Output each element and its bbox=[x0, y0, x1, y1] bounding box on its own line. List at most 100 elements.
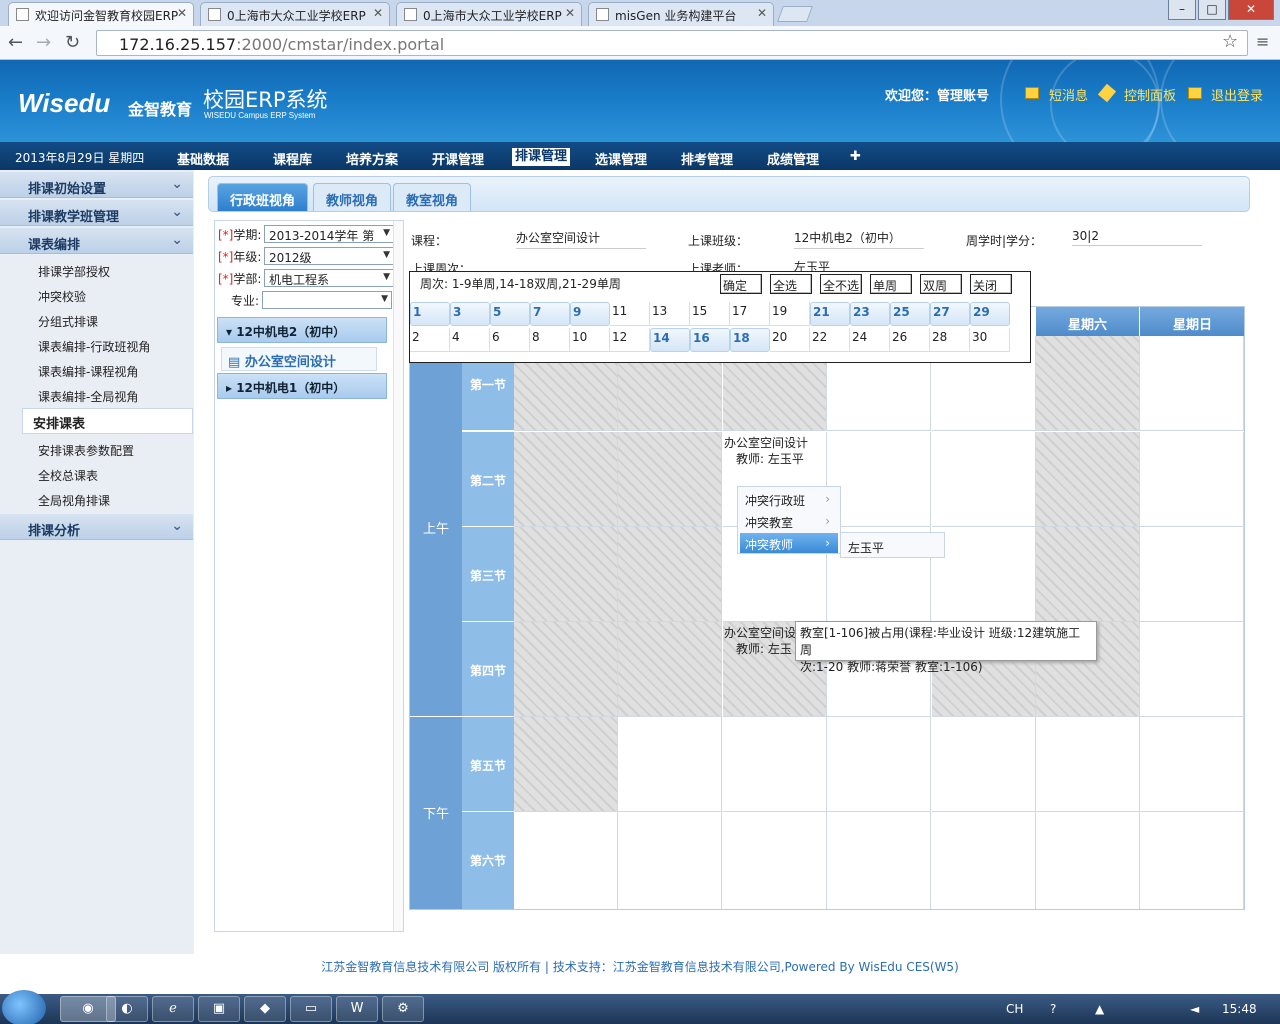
sidebar-item-course-view[interactable]: 课表编排-课程视角 bbox=[38, 363, 138, 380]
confirm-button[interactable]: 确定 bbox=[720, 274, 762, 294]
slot-cell[interactable] bbox=[1140, 717, 1244, 812]
reload-icon[interactable]: ↻ bbox=[65, 32, 80, 53]
taskbar-app-icon[interactable]: W bbox=[336, 996, 378, 1022]
sidebar-item-global-view[interactable]: 课表编排-全局视角 bbox=[38, 388, 138, 405]
menu-item-plan[interactable]: 培养方案 bbox=[346, 149, 398, 168]
lang-indicator[interactable]: CH bbox=[1006, 1002, 1023, 1016]
browser-tab-1[interactable]: 欢迎访问金智教育校园ERP ✕ bbox=[8, 2, 194, 26]
major-select[interactable]: ▼ bbox=[262, 291, 392, 309]
slot-cell[interactable] bbox=[723, 812, 827, 909]
slot-cell[interactable] bbox=[1036, 717, 1140, 812]
week-cell[interactable]: 22 bbox=[810, 328, 850, 352]
slot-cell[interactable] bbox=[618, 812, 722, 909]
week-cell[interactable]: 16 bbox=[690, 328, 730, 352]
select-none-button[interactable]: 全不选 bbox=[820, 274, 862, 294]
tree-node-class1[interactable]: ▸ 12中机电1（初中） bbox=[217, 373, 387, 399]
sidebar-item-arrange[interactable]: 安排课表 bbox=[22, 408, 193, 434]
sidebar-item-school-table[interactable]: 全校总课表 bbox=[38, 467, 98, 484]
close-icon[interactable]: ✕ bbox=[373, 6, 383, 20]
slot-cell[interactable] bbox=[723, 717, 827, 812]
week-cell[interactable]: 23 bbox=[850, 302, 890, 326]
slot-cell[interactable] bbox=[827, 717, 931, 812]
close-popup-button[interactable]: 关闭 bbox=[970, 274, 1012, 294]
week-cell[interactable]: 27 bbox=[930, 302, 970, 326]
menu-item-conflict-class[interactable]: 冲突行政班 › bbox=[740, 489, 838, 509]
slot-cell[interactable] bbox=[514, 527, 618, 622]
menu-item-exam[interactable]: 排考管理 bbox=[681, 149, 733, 168]
scrollbar[interactable] bbox=[393, 221, 403, 931]
week-cell[interactable]: 3 bbox=[450, 302, 490, 326]
slot-cell[interactable] bbox=[1036, 527, 1140, 622]
entry-course[interactable]: 办公室空间设 bbox=[724, 624, 796, 641]
url-input[interactable]: 172.16.25.157:2000/cmstar/index.portal bbox=[96, 30, 1248, 56]
menu-item-course-lib[interactable]: 课程库 bbox=[273, 149, 312, 168]
minimize-button[interactable]: – bbox=[1168, 0, 1196, 20]
week-cell[interactable]: 6 bbox=[490, 328, 530, 352]
week-cell[interactable]: 13 bbox=[650, 302, 690, 326]
start-button[interactable] bbox=[2, 990, 46, 1024]
messages-link[interactable]: 短消息 bbox=[1049, 85, 1088, 104]
slot-cell[interactable] bbox=[618, 717, 722, 812]
menu-item-conflict-teacher[interactable]: 冲突教师 › bbox=[740, 533, 838, 553]
menu-item-selection[interactable]: 选课管理 bbox=[595, 149, 647, 168]
week-cell[interactable]: 2 bbox=[410, 328, 450, 352]
sidebar-item-group[interactable]: 分组式排课 bbox=[38, 313, 98, 330]
menu-item-open-course[interactable]: 开课管理 bbox=[432, 149, 484, 168]
slot-cell[interactable] bbox=[1036, 432, 1140, 527]
menu-item-conflict-room[interactable]: 冲突教室 › bbox=[740, 511, 838, 531]
logout-link[interactable]: 退出登录 bbox=[1211, 85, 1263, 104]
slot-cell[interactable] bbox=[514, 622, 618, 717]
sidebar-item-auth[interactable]: 排课学部授权 bbox=[38, 263, 110, 280]
browser-tab-3[interactable]: 0上海市大众工业学校ERP ✕ bbox=[396, 2, 582, 26]
browser-tab-2[interactable]: 0上海市大众工业学校ERP ✕ bbox=[200, 2, 390, 26]
week-cell[interactable]: 19 bbox=[770, 302, 810, 326]
slot-cell[interactable] bbox=[932, 717, 1036, 812]
slot-cell[interactable] bbox=[1140, 336, 1244, 431]
slot-cell[interactable] bbox=[1140, 527, 1244, 622]
slot-cell[interactable] bbox=[827, 812, 931, 909]
sidebar-section-class-mgmt[interactable]: 排课教学班管理 ⌄ bbox=[0, 200, 193, 226]
submenu-teacher[interactable]: 左玉平 bbox=[840, 532, 945, 558]
slot-cell[interactable] bbox=[618, 432, 722, 527]
week-cell[interactable]: 30 bbox=[970, 328, 1010, 352]
new-tab-button[interactable] bbox=[777, 6, 813, 22]
taskbar-app-icon[interactable]: ◐ bbox=[106, 996, 148, 1022]
week-cell[interactable]: 4 bbox=[450, 328, 490, 352]
week-cell[interactable]: 7 bbox=[530, 302, 570, 326]
week-cell[interactable]: 12 bbox=[610, 328, 650, 352]
week-cell[interactable]: 29 bbox=[970, 302, 1010, 326]
tab-class-view[interactable]: 行政班视角 bbox=[217, 183, 309, 211]
slot-cell[interactable] bbox=[932, 527, 1036, 622]
slot-cell[interactable] bbox=[827, 432, 931, 527]
menu-icon[interactable]: ≡ bbox=[1256, 32, 1269, 51]
week-cell[interactable]: 10 bbox=[570, 328, 610, 352]
slot-cell[interactable] bbox=[1036, 336, 1140, 431]
window-close-button[interactable]: ✕ bbox=[1228, 0, 1274, 20]
sidebar-section-analysis[interactable]: 排课分析 ⌄ bbox=[0, 514, 193, 540]
week-cell[interactable]: 9 bbox=[570, 302, 610, 326]
slot-cell[interactable] bbox=[618, 622, 722, 717]
forward-icon[interactable]: → bbox=[36, 32, 51, 53]
volume-icon[interactable]: ◄ bbox=[1190, 1002, 1199, 1016]
slot-cell[interactable] bbox=[1140, 622, 1244, 717]
dept-select[interactable]: 机电工程系 ▼ bbox=[264, 269, 394, 287]
taskbar-ie-icon[interactable]: ℯ bbox=[152, 996, 194, 1022]
menu-item-grades[interactable]: 成绩管理 bbox=[767, 149, 819, 168]
tray-expand-icon[interactable]: ▲ bbox=[1095, 1002, 1104, 1016]
tab-teacher-view[interactable]: 教师视角 bbox=[313, 183, 392, 211]
sidebar-item-conflict[interactable]: 冲突校验 bbox=[38, 288, 86, 305]
week-cell[interactable]: 17 bbox=[730, 302, 770, 326]
week-cell[interactable]: 25 bbox=[890, 302, 930, 326]
sidebar-item-params[interactable]: 安排课表参数配置 bbox=[38, 442, 134, 459]
slot-cell[interactable] bbox=[514, 432, 618, 527]
even-weeks-button[interactable]: 双周 bbox=[920, 274, 962, 294]
add-menu-icon[interactable]: ✚ bbox=[850, 149, 861, 164]
term-select[interactable]: 2013-2014学年 第 ▼ bbox=[264, 225, 394, 243]
sidebar-section-timetable[interactable]: 课表编排 ⌄ bbox=[0, 228, 193, 254]
tab-room-view[interactable]: 教室视角 bbox=[393, 183, 472, 211]
menu-item-base-data[interactable]: 基础数据 bbox=[177, 149, 229, 168]
entry-course[interactable]: 办公室空间设计 bbox=[724, 434, 808, 451]
tree-course-item[interactable]: ▤ 办公室空间设计 bbox=[221, 347, 377, 371]
slot-cell[interactable] bbox=[1140, 812, 1244, 909]
taskbar-settings-icon[interactable]: ⚙ bbox=[382, 996, 424, 1022]
